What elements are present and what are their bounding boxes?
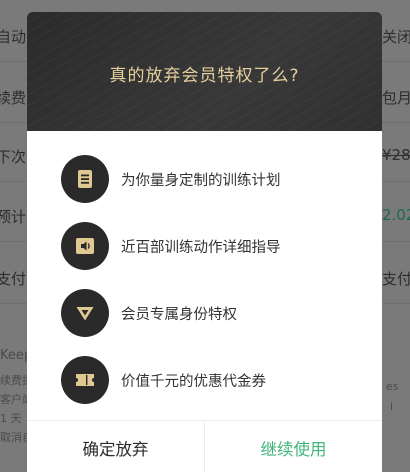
- perk-item-guide: 近百部训练动作详细指导: [61, 222, 361, 270]
- perk-label: 为你量身定制的训练计划: [121, 173, 281, 189]
- perk-label: 近百部训练动作详细指导: [121, 240, 281, 256]
- retention-dialog: 真的放弃会员特权了么? 为你量身定制的训练计划 近百部训练动作详细指导 会员专属…: [27, 12, 382, 472]
- perk-label: 价值千元的优惠代金券: [121, 374, 266, 390]
- perk-item-vip: 会员专属身份特权: [61, 289, 361, 337]
- perk-label: 会员专属身份特权: [121, 307, 237, 323]
- bg-row-value: ¥28: [382, 146, 410, 164]
- coupon-icon: [61, 356, 109, 404]
- bg-row-label: 预计: [0, 208, 27, 226]
- perk-item-coupon: 价值千元的优惠代金券: [61, 356, 361, 404]
- confirm-quit-button[interactable]: 确定放弃: [27, 421, 204, 472]
- bg-footer-text: es: [386, 380, 399, 393]
- bg-footer-text: 1 天: [0, 412, 22, 425]
- bg-row-value: 支付: [382, 270, 410, 288]
- bg-footer-text: i: [390, 400, 394, 413]
- document-icon: [61, 155, 109, 203]
- dialog-title: 真的放弃会员特权了么?: [109, 66, 300, 86]
- dialog-header: 真的放弃会员特权了么?: [27, 12, 382, 131]
- vip-badge-icon: [61, 289, 109, 337]
- bg-row-label: 下次: [0, 148, 27, 166]
- bg-row-value: 包月: [382, 89, 410, 107]
- bg-row-value: 关闭: [382, 28, 410, 46]
- bg-row-value: 2.02: [382, 206, 410, 224]
- bg-row-label: 续费: [0, 89, 27, 107]
- speaker-icon: [61, 222, 109, 270]
- dialog-footer: 确定放弃 继续使用: [27, 420, 382, 472]
- bg-row-label: 支付: [0, 270, 27, 288]
- bg-row-label: 自动: [0, 28, 27, 46]
- perk-item-plan: 为你量身定制的训练计划: [61, 155, 361, 203]
- continue-using-button[interactable]: 继续使用: [204, 421, 382, 472]
